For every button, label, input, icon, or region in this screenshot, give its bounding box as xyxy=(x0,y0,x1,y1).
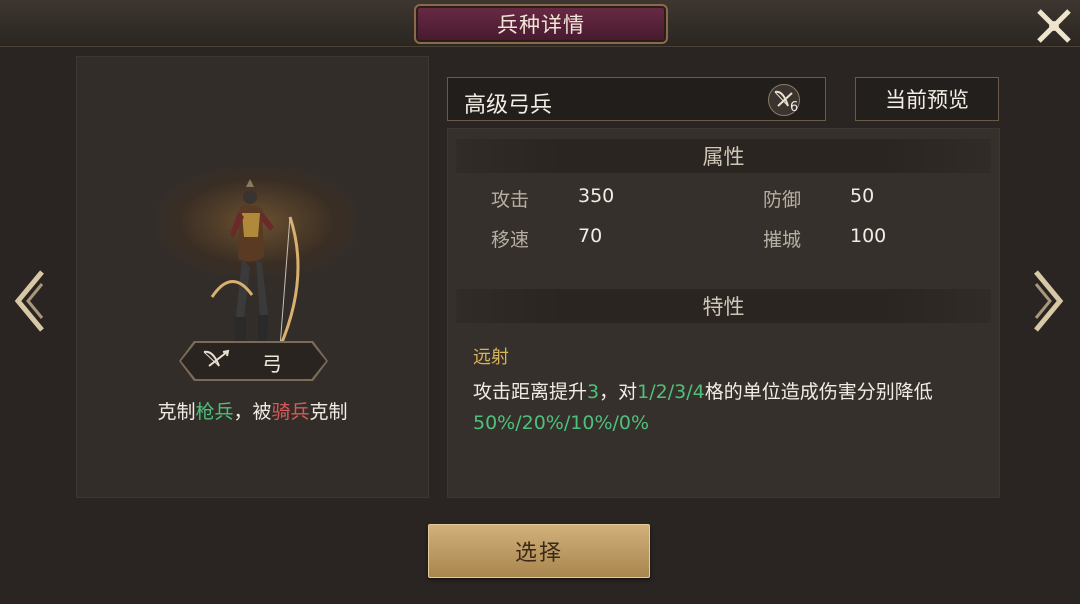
siege-value: 100 xyxy=(850,225,887,247)
next-unit-arrow[interactable] xyxy=(1032,270,1064,332)
previous-unit-arrow[interactable] xyxy=(14,270,46,332)
attack-value: 350 xyxy=(578,185,615,207)
defense-value: 50 xyxy=(850,185,875,207)
current-preview-button[interactable]: 当前预览 xyxy=(855,77,999,121)
unit-type-label: 弓 xyxy=(262,352,282,376)
attributes-heading: 属性 xyxy=(456,139,991,173)
strong-against-unit: 枪兵 xyxy=(195,401,234,423)
weak-against-unit: 骑兵 xyxy=(271,401,310,423)
siege-label: 摧城 xyxy=(763,229,802,251)
trait-name: 远射 xyxy=(473,347,509,368)
counter-relation-text: 克制枪兵，被骑兵克制 xyxy=(157,401,348,423)
bow-icon xyxy=(203,349,230,367)
unit-details-panel: 属性 攻击 350 防御 50 移速 70 摧城 100 特性 远射 攻击距离提… xyxy=(447,128,1000,498)
select-button[interactable]: 选择 xyxy=(428,524,650,578)
unit-name-field: 高级弓兵 6 xyxy=(447,77,826,121)
close-button[interactable] xyxy=(1032,4,1076,48)
speed-label: 移速 xyxy=(491,229,530,251)
chevron-left-icon xyxy=(14,270,44,332)
page-title: 兵种详情 xyxy=(414,4,668,44)
unit-name: 高级弓兵 xyxy=(464,93,553,118)
unit-level: 6 xyxy=(790,100,799,115)
defense-label: 防御 xyxy=(763,189,802,211)
attack-label: 攻击 xyxy=(491,189,530,211)
close-x-icon xyxy=(1037,9,1071,43)
traits-heading: 特性 xyxy=(456,289,991,323)
chevron-right-icon xyxy=(1034,270,1064,332)
unit-portrait-panel: 弓 克制枪兵，被骑兵克制 xyxy=(76,56,429,498)
trait-description: 攻击距离提升3，对1/2/3/4格的单位造成伤害分别降低50%/20%/10%/… xyxy=(473,381,933,434)
speed-value: 70 xyxy=(578,225,603,247)
